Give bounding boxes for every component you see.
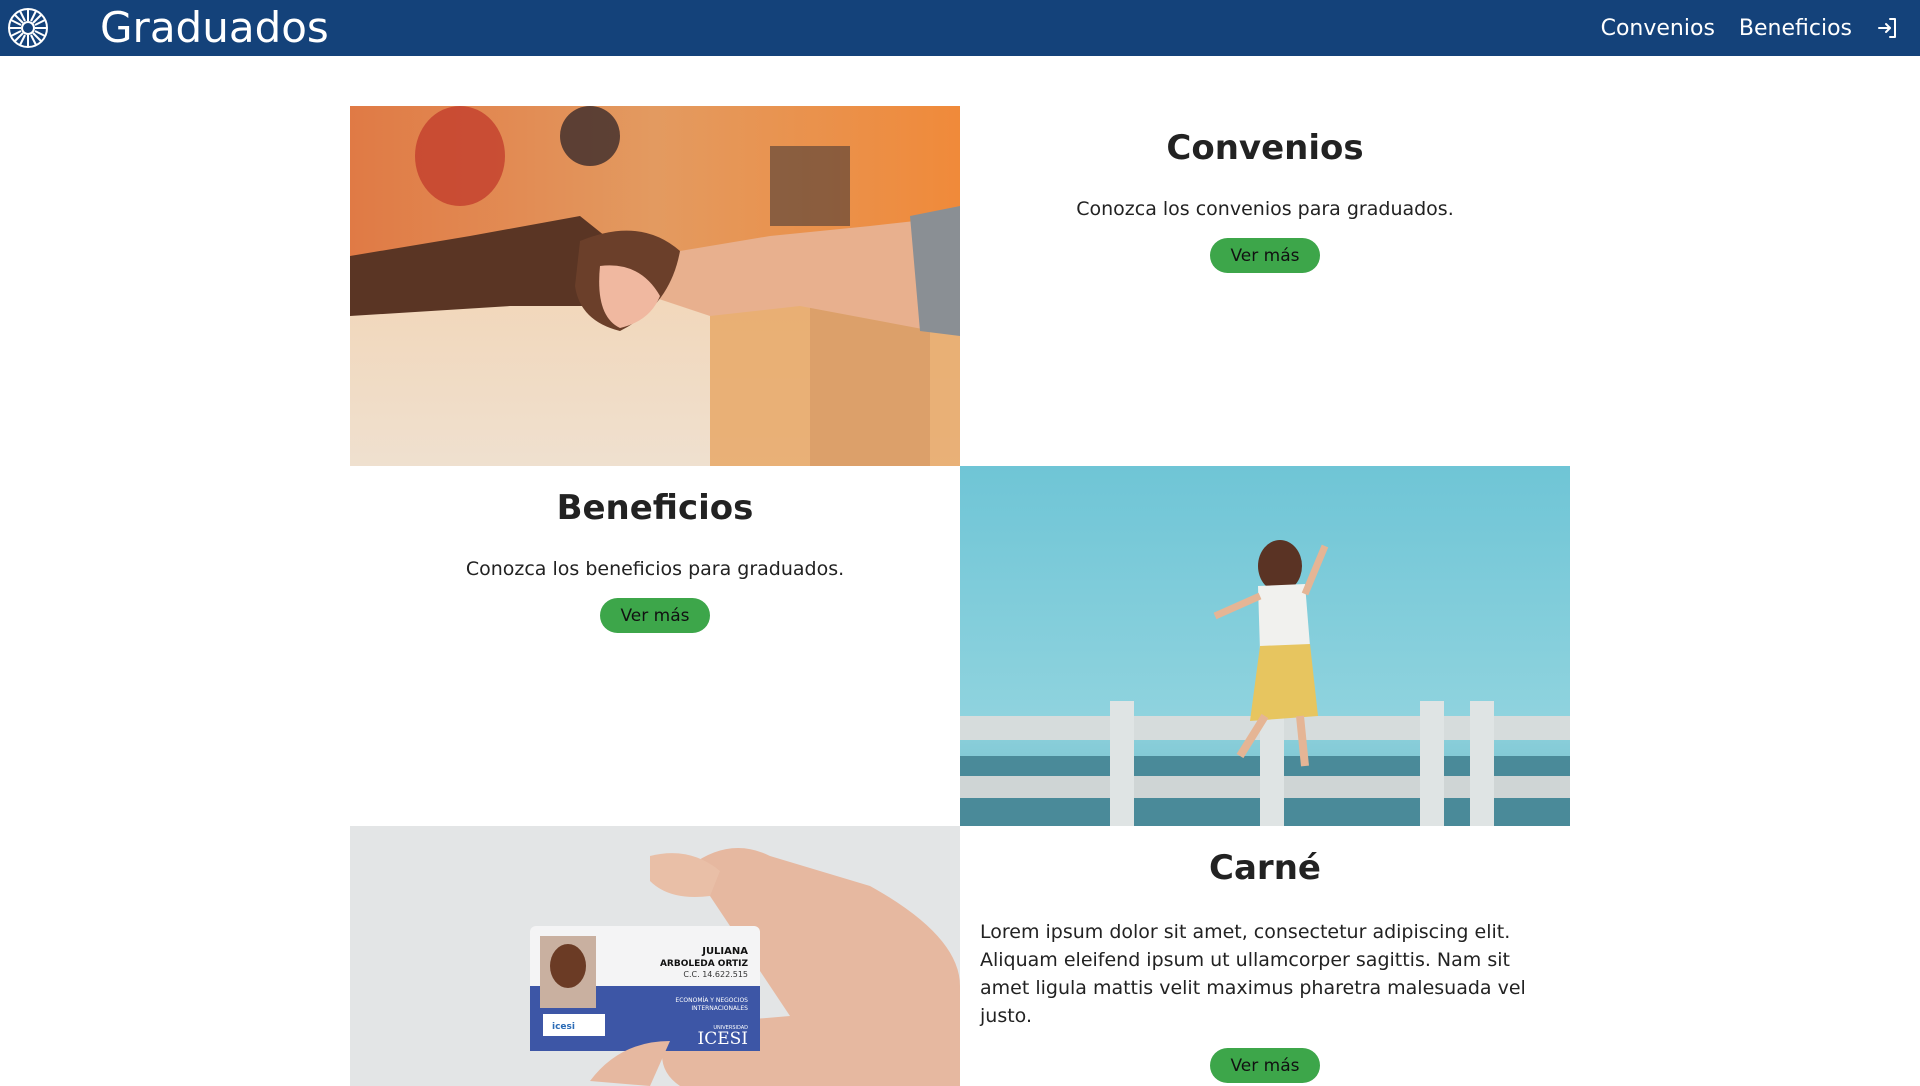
handshake-photo <box>350 106 960 466</box>
card-id-number: C.C. 14.622.515 <box>683 970 748 979</box>
carne-section: Carné Lorem ipsum dolor sit amet, consec… <box>960 826 1570 1086</box>
nav-link-beneficios[interactable]: Beneficios <box>1739 16 1852 41</box>
beneficios-description: Conozca los beneficios para graduados. <box>465 558 845 580</box>
convenios-section: Convenios Conozca los convenios para gra… <box>960 106 1570 466</box>
beneficios-more-button[interactable]: Ver más <box>600 598 710 633</box>
card-first-name: JULIANA <box>701 946 748 957</box>
site-title[interactable]: Graduados <box>100 2 329 54</box>
university-seal-icon[interactable] <box>7 7 49 49</box>
convenios-title: Convenios <box>1166 128 1364 168</box>
sign-in-icon[interactable] <box>1876 16 1900 40</box>
carne-title: Carné <box>1209 848 1321 888</box>
card-program-line2: INTERNACIONALES <box>691 1005 748 1012</box>
convenios-description: Conozca los convenios para graduados. <box>1076 198 1454 220</box>
card-university-name: ICESI <box>698 1029 749 1049</box>
nav-links: Convenios Beneficios <box>1601 0 1900 56</box>
top-navbar: Graduados Convenios Beneficios <box>0 0 1920 56</box>
card-program-line1: ECONOMÍA Y NEGOCIOS <box>675 997 748 1004</box>
beneficios-section: Beneficios Conozca los beneficios para g… <box>350 466 960 826</box>
woman-jumping-photo <box>960 466 1570 826</box>
carne-description: Lorem ipsum dolor sit amet, consectetur … <box>980 921 1526 1027</box>
card-last-name: ARBOLEDA ORTIZ <box>660 959 749 969</box>
carne-more-button[interactable]: Ver más <box>1210 1048 1320 1083</box>
id-card-photo: JULIANA ARBOLEDA ORTIZ C.C. 14.622.515 E… <box>350 826 960 1086</box>
convenios-more-button[interactable]: Ver más <box>1210 238 1320 273</box>
beneficios-title: Beneficios <box>556 488 754 528</box>
nav-link-convenios[interactable]: Convenios <box>1601 16 1715 41</box>
card-sticker-text: icesi <box>552 1022 575 1032</box>
